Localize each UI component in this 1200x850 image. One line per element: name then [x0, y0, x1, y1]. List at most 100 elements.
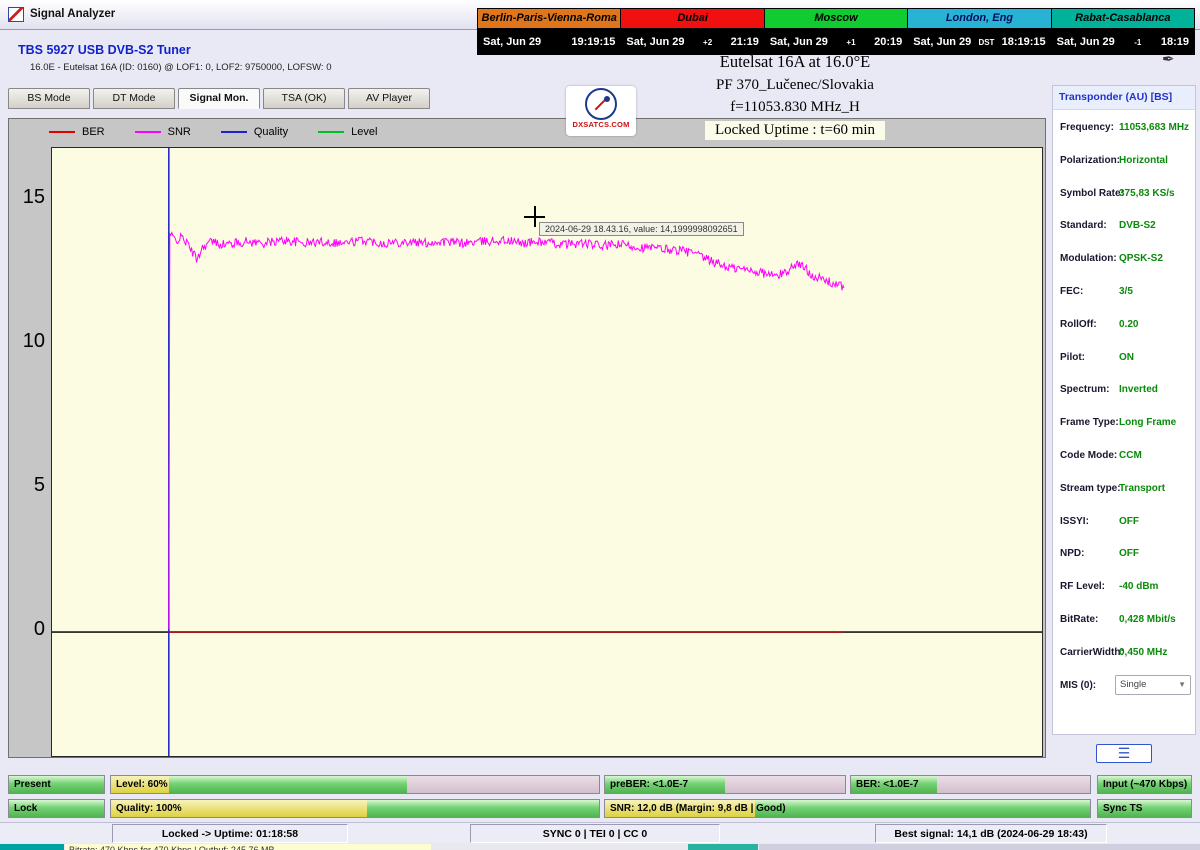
clock-column: Berlin-Paris-Vienna-Roma Sat, Jun 29 19:…	[477, 8, 622, 55]
snr-trace-svg	[52, 148, 1042, 756]
sync-counters-status: SYNC 0 | TEI 0 | CC 0	[470, 824, 720, 843]
clock-time: 20:19	[874, 35, 903, 48]
transponder-row: CarrierWidth: 0,450 MHz 0,450 MHz ▼	[1053, 637, 1195, 670]
transponder-row-value: -40 dBm	[1119, 581, 1159, 593]
list-button[interactable]: ☰	[1096, 744, 1152, 763]
transponder-row: Stream type: Transport Transport ▼	[1053, 473, 1195, 506]
clock-utc-offset	[541, 41, 571, 43]
transponder-row: Frame Type: Long Frame Long Frame ▼	[1053, 407, 1195, 440]
mode-tab[interactable]: AV Player	[348, 88, 430, 109]
mode-tab[interactable]: DT Mode	[93, 88, 175, 109]
level-label: Level: 60%	[116, 779, 168, 790]
transponder-row-label: Polarization:	[1060, 154, 1121, 166]
transponder-row: Modulation: QPSK-S2 QPSK-S2 ▼	[1053, 243, 1195, 276]
clock-time: 18:19	[1160, 35, 1190, 48]
clock-utc-offset: -1	[1134, 38, 1142, 47]
transponder-row-value: QPSK-S2	[1119, 253, 1163, 265]
snr-label: SNR: 12,0 dB (Margin: 9,8 dB | Good)	[610, 803, 786, 814]
signal-chart-frame: BER SNR Quality Level 0 5 10 15 2024-06-…	[8, 118, 1046, 758]
transponder-row-label: RollOff:	[1060, 318, 1097, 330]
transponder-row: FEC: 3/5 3/5 ▼	[1053, 276, 1195, 309]
legend-line-swatch	[49, 131, 75, 133]
clock-time: 21:19	[730, 35, 759, 48]
mode-tab[interactable]: Signal Mon.	[178, 88, 260, 109]
preber-bar: preBER: <1.0E-7	[604, 775, 846, 794]
clock-time: 18:19:15	[1001, 35, 1046, 48]
transponder-row-label: Stream type:	[1060, 482, 1121, 494]
transponder-row-label: Frame Type:	[1060, 417, 1119, 429]
clipped-grey-cell-2	[759, 844, 1200, 850]
snr-bar: SNR: 12,0 dB (Margin: 9,8 dB | Good)	[604, 799, 1091, 818]
transponder-row-value: Long Frame	[1119, 417, 1177, 429]
plot-area[interactable]	[51, 147, 1043, 757]
clock-time-row: Sat, Jun 29 -1 18:19	[1051, 29, 1195, 54]
clipped-grey-cell	[432, 844, 687, 850]
clock-utc-offset: DST	[978, 38, 995, 47]
transponder-row: BitRate: 0,428 Mbit/s 0,428 Mbit/s ▼	[1053, 604, 1195, 637]
legend-label: Quality	[253, 126, 289, 138]
transponder-row-label: FEC:	[1060, 285, 1084, 297]
clock-city-label: London, Eng	[908, 9, 1051, 29]
legend-item: Quality	[220, 126, 289, 138]
y-tick-label: 10	[22, 329, 45, 352]
dxsatcs-logo: DXSATCS.COM	[566, 86, 636, 136]
transponder-row-value: 0,450 MHz	[1119, 646, 1168, 658]
transponder-row: Pilot: ON ON ▼	[1053, 342, 1195, 375]
transponder-row: Standard: DVB-S2 DVB-S2 ▼	[1053, 210, 1195, 243]
transponder-row-value: CCM	[1119, 449, 1142, 461]
mis-select-value: Single	[1120, 679, 1147, 691]
transponder-row: ISSYI: OFF OFF ▼	[1053, 506, 1195, 539]
transponder-row-label: Symbol Rate:	[1060, 187, 1124, 199]
locked-uptime-line: Locked Uptime : t=60 min	[704, 121, 886, 140]
transponder-row-label: ISSYI:	[1060, 515, 1089, 527]
mis-select[interactable]: Single ▼	[1115, 674, 1191, 695]
site-name: PF 370_Lučenec/Slovakia	[716, 77, 874, 93]
antenna-icon	[585, 88, 617, 120]
legend-item: Level	[318, 126, 377, 138]
clock-time-row: Sat, Jun 29 +1 20:19	[764, 29, 908, 54]
level-bar: Level: 60%	[110, 775, 600, 794]
legend-line-swatch	[134, 131, 161, 133]
satellite-name: Eutelsat 16A at 16.0°E	[719, 52, 871, 71]
status-bar: Locked -> Uptime: 01:18:58 SYNC 0 | TEI …	[0, 822, 1200, 843]
lock-indicator: Lock	[8, 799, 105, 818]
y-tick-label: 0	[33, 618, 45, 641]
logo-text: DXSATCS.COM	[572, 120, 630, 129]
transponder-row-label: NPD:	[1060, 548, 1085, 560]
clock-utc-offset: +2	[703, 38, 713, 47]
transponder-row: Polarization: Horizontal Horizontal ▼	[1053, 145, 1195, 178]
transponder-rows: Frequency: 11053,683 MHz 11053,683 MHz ▼…	[1053, 112, 1195, 734]
clipped-teal-cell	[0, 844, 64, 850]
clock-time-row: Sat, Jun 29 DST 18:19:15	[908, 29, 1051, 54]
mode-tabs: BS Mode DT Mode Signal Mon. TSA (OK) AV …	[8, 88, 430, 109]
mode-tab[interactable]: BS Mode	[8, 88, 90, 109]
transponder-row: Spectrum: Inverted Inverted ▼	[1053, 374, 1195, 407]
sync-ts-label: Sync TS	[1103, 803, 1143, 814]
mode-tab[interactable]: TSA (OK)	[263, 88, 345, 109]
clock-column: London, Eng Sat, Jun 29 DST 18:19:15	[907, 8, 1052, 55]
clock-date: Sat, Jun 29	[769, 35, 828, 48]
clipped-bitrate-cell: Bitrate: 470 Kbps for 470 Kbps | Outbuf:…	[65, 844, 431, 850]
transponder-row-label: CarrierWidth:	[1060, 646, 1124, 658]
transponder-row-value: Horizontal	[1119, 154, 1168, 166]
transponder-panel: Transponder (AU) [BS] Frequency: 11053,6…	[1052, 85, 1196, 735]
transponder-panel-title: Transponder (AU) [BS]	[1053, 86, 1195, 110]
legend-label: SNR	[167, 126, 191, 138]
clock-time: 19:19:15	[571, 35, 616, 48]
transponder-row-value: DVB-S2	[1119, 220, 1156, 232]
transponder-row: NPD: OFF OFF ▼	[1053, 538, 1195, 571]
clock-city-label: Berlin-Paris-Vienna-Roma	[478, 9, 621, 29]
y-tick-label: 15	[22, 185, 45, 208]
clock-date: Sat, Jun 29	[913, 35, 972, 48]
uptime-status: Locked -> Uptime: 01:18:58	[112, 824, 348, 843]
clock-column: Dubai Sat, Jun 29 +2 21:19	[620, 8, 765, 55]
clock-column: Moscow Sat, Jun 29 +1 20:19	[763, 8, 909, 55]
transponder-row-value: 375,83 KS/s	[1119, 187, 1175, 199]
frequency-line: f=11053.830 MHz_H	[730, 99, 860, 115]
clipped-green-cell	[688, 844, 758, 850]
transponder-row: Frequency: 11053,683 MHz 11053,683 MHz ▼	[1053, 112, 1195, 145]
chart-legend: BER SNR Quality Level	[49, 122, 377, 142]
signal-analyzer-window: Signal Analyzer Berlin-Paris-Vienna-Roma…	[0, 0, 1200, 850]
transponder-row-value: Inverted	[1119, 384, 1158, 396]
window-title: Signal Analyzer	[30, 8, 116, 20]
